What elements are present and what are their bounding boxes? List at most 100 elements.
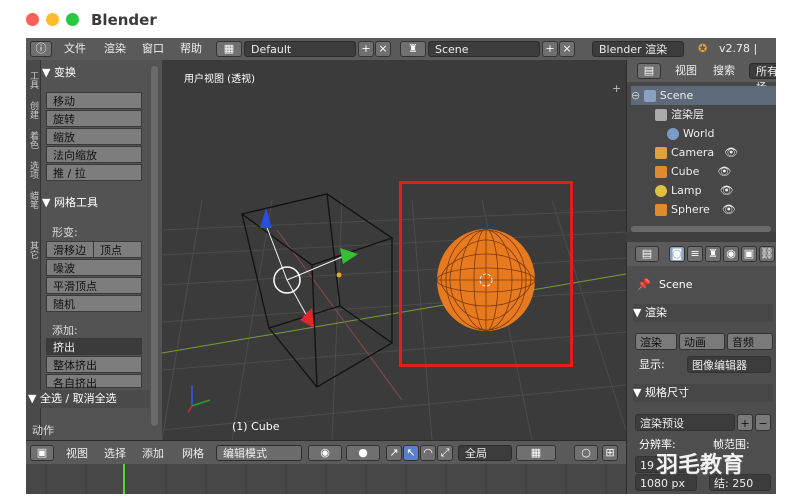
3dview-editor-icon[interactable]: ▣ bbox=[30, 445, 54, 461]
shrink-fatten-button[interactable]: 法向缩放 bbox=[46, 146, 142, 163]
display-select[interactable]: 图像编辑器 bbox=[687, 356, 771, 373]
extrude-individual-button[interactable]: 各自挤出 bbox=[46, 374, 142, 390]
tab-shading[interactable]: 着色 bbox=[27, 128, 39, 152]
tool-shelf-scrollbar[interactable] bbox=[151, 66, 158, 426]
layer-buttons[interactable]: ▦ bbox=[516, 445, 556, 461]
animation-button[interactable]: 动画 bbox=[679, 333, 725, 350]
window-titlebar: Blender bbox=[0, 0, 806, 38]
outliner-row-lamp[interactable]: Lamp 👁 bbox=[655, 181, 776, 200]
display-label: 显示: bbox=[639, 358, 665, 371]
mesh-tools-panel-header[interactable]: ▼ 网格工具 bbox=[42, 194, 98, 212]
close-window-button[interactable] bbox=[26, 13, 39, 26]
maximize-window-button[interactable] bbox=[66, 13, 79, 26]
smooth-vertex-button[interactable]: 平滑顶点 bbox=[46, 277, 142, 294]
properties-editor-icon[interactable]: ▤ bbox=[635, 246, 659, 262]
tab-grease[interactable]: 蜡笔 bbox=[27, 188, 39, 212]
layout-field[interactable]: Default bbox=[244, 41, 356, 57]
outliner-scrollbar[interactable] bbox=[631, 226, 771, 232]
footer-add-menu[interactable]: 添加 bbox=[142, 446, 164, 462]
render-button[interactable]: 渲染 bbox=[635, 333, 677, 350]
tool-shelf: 工具 创建 着色 选项 蜡笔 其它 ▼ 变换 移动 旋转 缩放 法向缩放 推 /… bbox=[26, 60, 162, 440]
scene-field[interactable]: Scene bbox=[428, 41, 540, 57]
scene-icon bbox=[643, 90, 656, 102]
scene-tab-icon[interactable]: ♜ bbox=[705, 246, 721, 262]
extrude-select[interactable]: 挤出 bbox=[46, 338, 142, 355]
extrude-region-button[interactable]: 整体挤出 bbox=[46, 356, 142, 373]
outliner-row-scene[interactable]: ⊖ Scene bbox=[631, 86, 776, 105]
render-engine-select[interactable]: Blender 渲染 bbox=[592, 41, 684, 57]
info-editor-icon[interactable]: ⓘ bbox=[30, 41, 52, 57]
outliner-row-cube[interactable]: Cube 👁 bbox=[655, 162, 776, 181]
vertex-slide-button[interactable]: 顶点 bbox=[93, 241, 142, 258]
scene-icon[interactable]: ♜ bbox=[400, 41, 426, 57]
tab-tools[interactable]: 工具 bbox=[27, 68, 39, 92]
menu-help[interactable]: 帮助 bbox=[180, 41, 202, 57]
pivot-icon[interactable]: ◉ bbox=[308, 445, 342, 461]
remove-layout-icon[interactable]: × bbox=[375, 41, 391, 57]
action-label: 动作 bbox=[32, 424, 54, 437]
selection-highlight-box bbox=[399, 181, 573, 367]
shading-icon[interactable]: ● bbox=[346, 445, 380, 461]
object-tab-icon[interactable]: ▣ bbox=[741, 246, 757, 262]
add-scene-icon[interactable]: + bbox=[542, 41, 558, 57]
outliner-row-renderlayers[interactable]: 渲染层 bbox=[655, 105, 776, 124]
remove-scene-icon[interactable]: × bbox=[559, 41, 575, 57]
outliner-view-menu[interactable]: 视图 bbox=[675, 63, 697, 79]
menu-render[interactable]: 渲染 bbox=[104, 41, 126, 57]
manipulator-arrow-icon[interactable]: ↖ bbox=[403, 445, 419, 461]
outliner-row-sphere[interactable]: Sphere 👁 bbox=[655, 200, 776, 219]
outliner-row-camera[interactable]: Camera 👁 bbox=[655, 143, 776, 162]
outliner-search-menu[interactable]: 搜索 bbox=[713, 63, 735, 79]
transform-panel-header[interactable]: ▼ 变换 bbox=[42, 64, 76, 82]
tab-options[interactable]: 选项 bbox=[27, 158, 39, 182]
add-layout-icon[interactable]: + bbox=[358, 41, 374, 57]
footer-view-menu[interactable]: 视图 bbox=[66, 446, 88, 462]
world-icon bbox=[667, 128, 679, 140]
tab-create[interactable]: 创建 bbox=[27, 98, 39, 122]
layers-tab-icon[interactable]: ≡ bbox=[687, 246, 703, 262]
edge-slide-button[interactable]: 滑移边 bbox=[46, 241, 95, 258]
proportional-edit-icon[interactable]: ○ bbox=[574, 445, 598, 461]
render-panel-header[interactable]: ▼ 渲染 bbox=[633, 304, 773, 322]
minimize-window-button[interactable] bbox=[46, 13, 59, 26]
scale-button[interactable]: 缩放 bbox=[46, 128, 142, 145]
3d-viewport[interactable]: 用户视图 (透视) (1) Cube + bbox=[162, 60, 626, 440]
randomize-button[interactable]: 随机 bbox=[46, 295, 142, 312]
cube-origin-dot bbox=[336, 272, 342, 278]
outliner-row-world[interactable]: World bbox=[667, 124, 776, 143]
render-preset-select[interactable]: 渲染预设 bbox=[635, 414, 735, 431]
translate-button[interactable]: 移动 bbox=[46, 92, 142, 109]
world-tab-icon[interactable]: ◉ bbox=[723, 246, 739, 262]
footer-select-menu[interactable]: 选择 bbox=[104, 446, 126, 462]
outliner-display-select[interactable]: 所有场 bbox=[749, 63, 776, 94]
outliner-editor-icon[interactable]: ▤ bbox=[637, 63, 661, 79]
add-preset-icon[interactable]: + bbox=[737, 414, 753, 431]
layout-grid-icon[interactable]: ▦ bbox=[216, 41, 242, 57]
deform-label: 形变: bbox=[52, 226, 78, 239]
pin-icon[interactable]: 📌 bbox=[637, 276, 651, 294]
constraints-tab-icon[interactable]: ⛓ bbox=[759, 246, 775, 262]
translate-manipulator-icon[interactable]: ↗ bbox=[386, 445, 402, 461]
transform-orientation-select[interactable]: 全局 bbox=[458, 445, 512, 461]
add-region-icon[interactable]: + bbox=[612, 82, 624, 95]
outliner: ▤ 视图 搜索 所有场 ⊖ Scene 渲染层 World Camera👁 Cu… bbox=[626, 60, 776, 232]
audio-button[interactable]: 音频 bbox=[727, 333, 773, 350]
timeline[interactable] bbox=[26, 464, 626, 494]
remove-preset-icon[interactable]: − bbox=[755, 414, 771, 431]
tab-misc[interactable]: 其它 bbox=[27, 238, 39, 262]
viewport-title: 用户视图 (透视) bbox=[184, 74, 255, 85]
snap-icon[interactable]: ⊞ bbox=[602, 445, 618, 461]
dimensions-panel-header[interactable]: ▼ 规格尺寸 bbox=[633, 384, 773, 402]
noise-button[interactable]: 噪波 bbox=[46, 259, 142, 276]
rotate-manipulator-icon[interactable]: ◠ bbox=[420, 445, 436, 461]
footer-mesh-menu[interactable]: 网格 bbox=[182, 446, 204, 462]
menu-file[interactable]: 文件 bbox=[64, 41, 86, 57]
scale-manipulator-icon[interactable]: ⤢ bbox=[437, 445, 453, 461]
mode-select[interactable]: 编辑模式 bbox=[216, 445, 302, 461]
push-pull-button[interactable]: 推 / 拉 bbox=[46, 164, 142, 181]
select-all-panel-header[interactable]: ▼ 全选 / 取消全选 bbox=[28, 390, 150, 408]
render-tab-icon[interactable]: ◙ bbox=[669, 246, 685, 262]
menu-window[interactable]: 窗口 bbox=[142, 41, 164, 57]
y-gizmo-arrow[interactable] bbox=[300, 308, 314, 328]
rotate-button[interactable]: 旋转 bbox=[46, 110, 142, 127]
